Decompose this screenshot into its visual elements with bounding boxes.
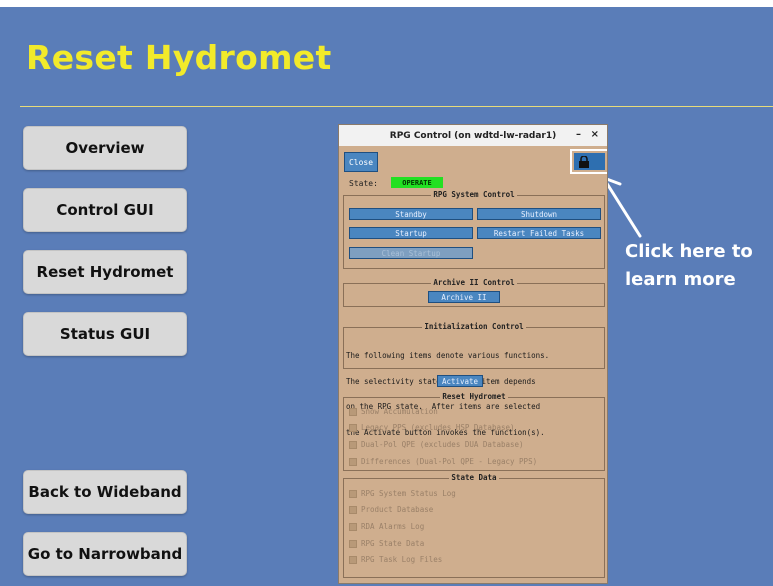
state-data-title: State Data (449, 473, 499, 482)
clean-startup-button[interactable]: Clean Startup (349, 247, 473, 259)
checkbox-icon (349, 555, 357, 564)
checkbox-label: RPG State Data (361, 539, 425, 548)
minimize-icon[interactable]: – (576, 129, 581, 140)
checkbox-label: Legacy PPS (excludes HSP Database) (361, 423, 515, 432)
checkbox-label: Snow Accumulation (361, 407, 438, 416)
reset-hydromet-button[interactable]: Reset Hydromet (23, 250, 187, 294)
checkbox-icon (349, 539, 357, 548)
checkbox-icon (349, 489, 357, 498)
archive-control-group: Archive II Control Archive II (343, 278, 605, 307)
system-control-group: RPG System Control Standby Shutdown Star… (343, 190, 605, 269)
state-value-badge: OPERATE (391, 177, 443, 188)
checkbox-icon (349, 423, 357, 432)
checkbox-icon (349, 440, 357, 449)
checkbox-label: RDA Alarms Log (361, 522, 425, 531)
reset-hydromet-title: Reset Hydromet (440, 392, 508, 401)
snow-accumulation-checkbox[interactable]: Snow Accumulation (349, 407, 438, 416)
rpg-state-data-checkbox[interactable]: RPG State Data (349, 539, 424, 548)
lock-highlight-box[interactable] (570, 149, 607, 174)
checkbox-icon (349, 505, 357, 514)
shutdown-button[interactable]: Shutdown (477, 208, 601, 220)
rda-alarms-log-checkbox[interactable]: RDA Alarms Log (349, 522, 424, 531)
checkbox-label: Differences (Dual-Pol QPE - Legacy PPS) (361, 457, 538, 466)
initialization-control-title: Initialization Control (422, 322, 526, 331)
checkbox-label: Dual-Pol QPE (excludes DUA Database) (361, 440, 524, 449)
dual-pol-qpe-checkbox[interactable]: Dual-Pol QPE (excludes DUA Database) (349, 440, 524, 449)
rpg-control-window: RPG Control (on wdtd-lw-radar1) – × Clos… (338, 124, 608, 584)
go-to-narrowband-button[interactable]: Go to Narrowband (23, 532, 187, 576)
callout-line-2: learn more (625, 269, 736, 290)
rpg-system-status-log-checkbox[interactable]: RPG System Status Log (349, 489, 456, 498)
title-divider (20, 106, 773, 107)
status-gui-button[interactable]: Status GUI (23, 312, 187, 356)
top-frame-border (0, 0, 773, 7)
differences-checkbox[interactable]: Differences (Dual-Pol QPE - Legacy PPS) (349, 457, 537, 466)
checkbox-label: RPG System Status Log (361, 489, 456, 498)
startup-button[interactable]: Startup (349, 227, 473, 239)
restart-failed-tasks-button[interactable]: Restart Failed Tasks (477, 227, 601, 239)
checkbox-icon (349, 407, 357, 416)
lock-button[interactable] (574, 153, 605, 170)
legacy-pps-checkbox[interactable]: Legacy PPS (excludes HSP Database) (349, 423, 515, 432)
archive-ii-button[interactable]: Archive II (428, 291, 500, 303)
slide-title: Reset Hydromet (26, 38, 332, 77)
callout-text: Click here to learn more (625, 238, 753, 294)
checkbox-icon (349, 457, 357, 466)
control-gui-button[interactable]: Control GUI (23, 188, 187, 232)
close-window-icon[interactable]: × (591, 129, 599, 140)
archive-control-title: Archive II Control (431, 278, 517, 287)
rpg-task-log-files-checkbox[interactable]: RPG Task Log Files (349, 555, 442, 564)
state-label: State: (349, 179, 378, 188)
lock-icon (579, 156, 589, 168)
checkbox-icon (349, 522, 357, 531)
checkbox-label: Product Database (361, 505, 434, 514)
init-line-1: The following items denote various funct… (346, 351, 550, 360)
standby-button[interactable]: Standby (349, 208, 473, 220)
callout-line-1: Click here to (625, 241, 753, 262)
system-control-title: RPG System Control (431, 190, 517, 199)
activate-button[interactable]: Activate (437, 375, 483, 387)
close-button[interactable]: Close (344, 152, 378, 172)
overview-button[interactable]: Overview (23, 126, 187, 170)
checkbox-label: RPG Task Log Files (361, 555, 443, 564)
window-title: RPG Control (on wdtd-lw-radar1) (389, 130, 557, 141)
window-titlebar: RPG Control (on wdtd-lw-radar1) – × (339, 125, 607, 146)
product-database-checkbox[interactable]: Product Database (349, 505, 433, 514)
back-to-wideband-button[interactable]: Back to Wideband (23, 470, 187, 514)
